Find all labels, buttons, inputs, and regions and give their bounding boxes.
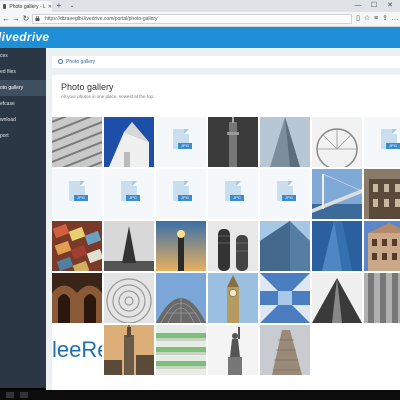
photo-thumbnail[interactable] — [156, 273, 206, 323]
page-subtitle: All your photos in one place, newest at … — [61, 94, 155, 99]
photo-thumbnail[interactable] — [312, 117, 362, 167]
photo-thumbnail[interactable] — [364, 273, 400, 323]
breadcrumb[interactable]: Photo gallery — [52, 56, 400, 68]
logo-text: leeRe — [52, 337, 102, 362]
os-taskbar — [0, 390, 400, 400]
photo-thumbnail[interactable] — [52, 273, 102, 323]
close-window-button[interactable]: ✕ — [384, 0, 396, 12]
maximize-button[interactable]: ☐ — [368, 0, 380, 12]
sidebar-item-support[interactable]: port — [0, 128, 46, 144]
breadcrumb-label: Photo gallery — [66, 59, 96, 65]
minimize-button[interactable]: — — [352, 0, 364, 12]
sidebar-item-download[interactable]: wnload — [0, 112, 46, 128]
sidebar-item-backups[interactable]: ces — [0, 48, 46, 64]
taskbar-app-icon[interactable] — [20, 392, 28, 398]
app-header — [0, 27, 400, 48]
photo-thumbnail[interactable] — [364, 221, 400, 271]
jpg-badge: JPG — [282, 195, 296, 201]
sidebar-item-briefcase[interactable]: efcase — [0, 96, 46, 112]
back-button[interactable]: ← — [1, 12, 11, 26]
jpg-file-thumbnail[interactable]: JPG — [52, 169, 102, 219]
photo-thumbnail[interactable] — [208, 117, 258, 167]
photo-thumbnail[interactable] — [156, 325, 206, 375]
photo-thumbnail[interactable] — [104, 325, 154, 375]
photo-thumbnail[interactable] — [312, 273, 362, 323]
browser-tab[interactable]: Photo gallery - Livedrive ✕ — [0, 1, 52, 12]
close-tab-icon[interactable]: ✕ — [48, 4, 52, 10]
gallery-icon — [58, 59, 63, 65]
photo-thumbnail[interactable] — [104, 273, 154, 323]
jpg-file-thumbnail[interactable]: JPG — [156, 117, 206, 167]
photo-thumbnail[interactable] — [208, 221, 258, 271]
page-title: Photo gallery — [61, 82, 114, 92]
photo-thumbnail[interactable] — [52, 221, 102, 271]
jpg-badge: JPG — [74, 195, 88, 201]
photo-thumbnail[interactable] — [52, 117, 102, 167]
jpg-badge: JPG — [230, 195, 244, 201]
photo-thumbnail[interactable] — [312, 169, 362, 219]
photo-thumbnail[interactable] — [104, 221, 154, 271]
tab-list-chevron-icon[interactable]: ⌄ — [67, 1, 77, 11]
photo-thumbnail[interactable] — [208, 273, 258, 323]
jpg-file-thumbnail[interactable]: JPG — [260, 169, 310, 219]
photo-thumbnail[interactable] — [156, 221, 206, 271]
photo-thumbnail[interactable] — [364, 169, 400, 219]
sidebar-item-photo-gallery[interactable]: oto gallery — [0, 80, 46, 96]
forward-button[interactable]: → — [11, 12, 21, 26]
photo-thumbnail[interactable] — [104, 117, 154, 167]
share-icon[interactable]: ⇪ — [380, 12, 390, 26]
more-icon[interactable]: … — [390, 12, 400, 26]
livedrive-logo[interactable]: livedrive — [0, 30, 49, 44]
lock-icon — [35, 15, 40, 21]
new-tab-button[interactable]: + — [54, 1, 64, 11]
jpg-file-thumbnail[interactable]: JPG — [364, 117, 400, 167]
photo-thumbnail[interactable] — [312, 221, 362, 271]
tab-title: Photo gallery - Livedrive — [9, 3, 46, 10]
jpg-badge: JPG — [126, 195, 140, 201]
jpg-file-thumbnail[interactable]: JPG — [156, 169, 206, 219]
address-input[interactable]: https://dtzaeeglbi.livedrive.com/portal/… — [32, 14, 352, 24]
jpg-file-thumbnail[interactable]: JPG — [104, 169, 154, 219]
refresh-button[interactable]: ↻ — [21, 12, 31, 26]
jpg-file-thumbnail[interactable]: JPG — [208, 169, 258, 219]
start-icon[interactable] — [6, 392, 14, 398]
photo-thumbnail[interactable] — [260, 221, 310, 271]
photo-thumbnail[interactable] — [260, 325, 310, 375]
jpg-badge: JPG — [178, 143, 192, 149]
photo-thumbnail[interactable] — [208, 325, 258, 375]
jpg-badge: JPG — [386, 143, 400, 149]
photo-thumbnail[interactable] — [260, 117, 310, 167]
jpg-badge: JPG — [178, 195, 192, 201]
sidebar-item-shared-files[interactable]: ed files — [0, 64, 46, 80]
photo-thumbnail[interactable]: leeRe — [52, 325, 102, 375]
photo-thumbnail[interactable] — [260, 273, 310, 323]
page-favicon-icon — [3, 4, 7, 9]
